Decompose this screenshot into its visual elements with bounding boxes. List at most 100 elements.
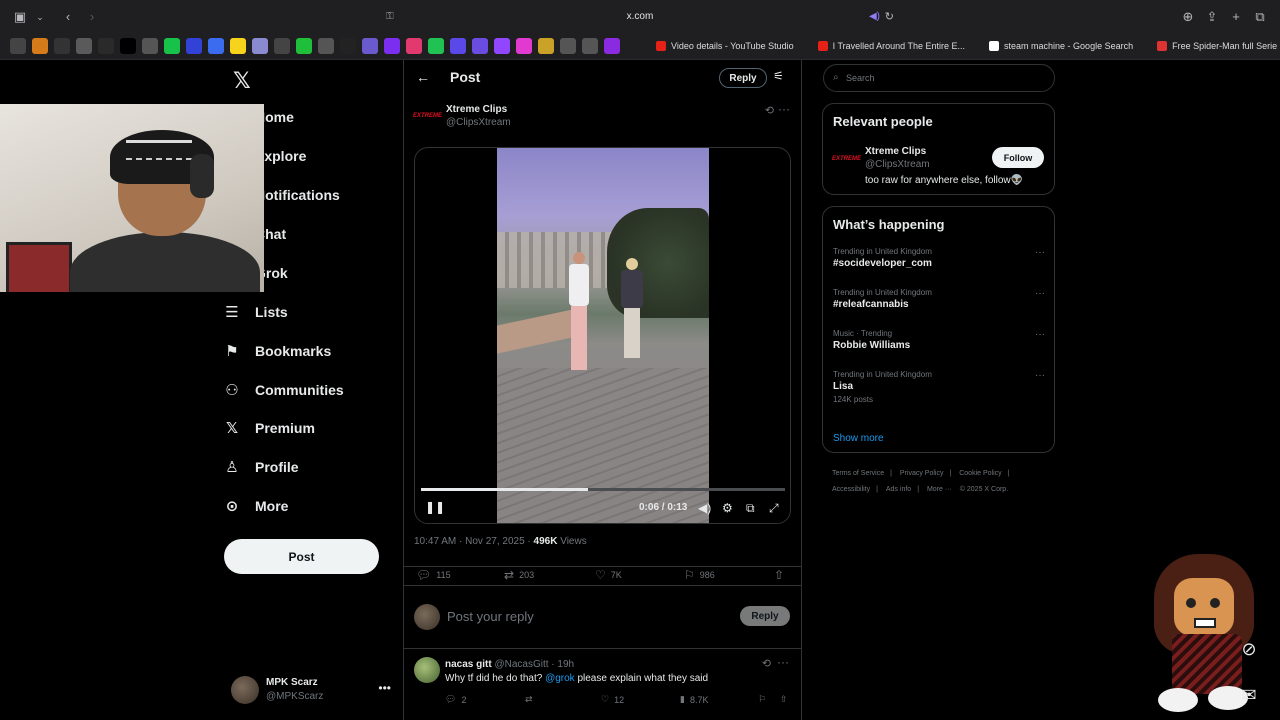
bookmark-y-icon[interactable] <box>142 38 158 54</box>
bookmark-20-icon[interactable] <box>472 38 488 54</box>
reply-share-action[interactable]: ⇧ <box>780 694 788 705</box>
person-handle[interactable]: @ClipsXtream <box>865 159 930 170</box>
share-action[interactable]: ⇧ <box>774 568 784 582</box>
more-dots-icon[interactable]: ··· <box>778 102 790 116</box>
bookmark-14-icon[interactable] <box>340 38 356 54</box>
grok-fab-icon[interactable]: ⊘ <box>1234 634 1264 664</box>
sidebar-toggle-icon[interactable]: ▣ <box>12 9 28 25</box>
more-dots-icon[interactable]: ··· <box>1035 288 1045 299</box>
more-dots-icon[interactable]: ··· <box>777 655 789 669</box>
settings-gear-icon[interactable]: ⚙ <box>722 501 733 515</box>
grok-explain-icon[interactable]: ⟲ <box>765 104 774 117</box>
bookmark-4-icon[interactable] <box>76 38 92 54</box>
bookmark-16-icon[interactable] <box>384 38 400 54</box>
bookmark-21-icon[interactable] <box>494 38 510 54</box>
more-dots-icon[interactable]: ••• <box>378 681 391 695</box>
nav-item-lists[interactable]: ☰ Lists <box>223 295 287 329</box>
chevron-down-icon[interactable]: ⌄ <box>32 9 48 25</box>
post-timestamp[interactable]: 10:47 AM · Nov 27, 2025 · <box>414 536 534 547</box>
browser-tab[interactable]: Video details - YouTube Studio <box>650 36 800 56</box>
bookmark-1-icon[interactable] <box>10 38 26 54</box>
more-dots-icon[interactable]: ··· <box>1035 329 1045 340</box>
bookmark-22-icon[interactable] <box>516 38 532 54</box>
bookmark-7-icon[interactable] <box>186 38 202 54</box>
bookmark-11-icon[interactable] <box>274 38 290 54</box>
bookmark-13-icon[interactable] <box>318 38 334 54</box>
bookmark-15-icon[interactable] <box>362 38 378 54</box>
sliders-icon[interactable]: ⚟ <box>773 69 784 83</box>
trend-item[interactable]: Trending in United Kingdom Lisa 124K posts… <box>833 370 1045 404</box>
more-dots-icon[interactable]: ··· <box>1035 247 1045 258</box>
browser-tab[interactable]: I Travelled Around The Entire E... <box>812 36 971 56</box>
repost-action[interactable]: ⇄ 203 <box>504 568 534 582</box>
like-action[interactable]: ♡ 7K <box>595 568 622 582</box>
share-icon[interactable]: ⇪ <box>1204 9 1220 25</box>
bookmark-5-icon[interactable] <box>98 38 114 54</box>
privacy-link[interactable]: Privacy Policy <box>900 470 944 477</box>
reply-views-action[interactable]: ▮ 8.7K <box>680 694 708 705</box>
reply-reply-action[interactable]: 💬︎ 2 <box>445 694 466 705</box>
tab-overview-icon[interactable]: ⧉ <box>1252 9 1268 25</box>
cookie-link[interactable]: Cookie Policy <box>959 470 1001 477</box>
browser-tab[interactable]: Free Spider-Man full Serie HD... <box>1151 36 1280 56</box>
reply-author-name[interactable]: nacas gitt <box>445 659 492 670</box>
browser-tab[interactable]: steam machine - Google Search <box>983 36 1139 56</box>
avatar[interactable] <box>414 657 440 683</box>
fullscreen-icon[interactable]: ⤢ <box>769 501 779 516</box>
reply-repost-action[interactable]: ⇄ <box>525 694 533 705</box>
bookmark-x-icon[interactable] <box>120 38 136 54</box>
bookmark-18-icon[interactable] <box>428 38 444 54</box>
header-reply-button[interactable]: Reply <box>719 68 767 88</box>
messages-fab-icon[interactable]: ✉ <box>1234 680 1264 710</box>
video-progress-bar[interactable] <box>421 488 785 491</box>
person-name[interactable]: Xtreme Clips <box>865 146 926 157</box>
audio-playing-icon[interactable]: ◀) <box>869 7 880 27</box>
bookmark-17-icon[interactable] <box>406 38 422 54</box>
bookmark-10-icon[interactable] <box>252 38 268 54</box>
trend-item[interactable]: Trending in United Kingdom #socideveloper… <box>833 247 1045 269</box>
pause-icon[interactable]: ❚❚ <box>425 500 445 514</box>
person-avatar[interactable]: EXTREME <box>832 149 861 169</box>
show-more-link[interactable]: Show more <box>833 433 884 444</box>
nav-item-more[interactable]: ⊙ More <box>223 489 289 523</box>
new-tab-icon[interactable]: + <box>1228 9 1244 25</box>
terms-link[interactable]: Terms of Service <box>832 470 884 477</box>
reply-submit-button[interactable]: Reply <box>740 606 790 626</box>
bookmark-19-icon[interactable] <box>450 38 466 54</box>
search-input[interactable]: ⌕ Search <box>823 64 1055 92</box>
nav-item-premium[interactable]: 𝕏 Premium <box>223 411 315 445</box>
forward-arrow-icon[interactable]: › <box>84 9 100 25</box>
bookmark-12-icon[interactable] <box>296 38 312 54</box>
nav-item-profile[interactable]: ♙ Profile <box>223 450 298 484</box>
reply-like-action[interactable]: ♡ 12 <box>601 694 624 705</box>
account-switcher[interactable]: MPK Scarz @MPKScarz ••• <box>231 674 391 708</box>
reply-input[interactable]: Post your reply <box>447 609 534 624</box>
back-arrow-icon[interactable]: ‹ <box>60 9 76 25</box>
back-arrow-icon[interactable]: ← <box>416 69 430 85</box>
x-logo-icon[interactable]: 𝕏 <box>233 68 251 94</box>
bookmark-2-icon[interactable] <box>32 38 48 54</box>
bookmark-24-icon[interactable] <box>560 38 576 54</box>
bookmark-25-icon[interactable] <box>582 38 598 54</box>
reply-post[interactable]: nacas gitt @NacasGitt · 19h Why tf did h… <box>404 648 801 720</box>
post-button[interactable]: Post <box>224 539 379 574</box>
bookmark-26-icon[interactable] <box>604 38 620 54</box>
more-dots-icon[interactable]: ··· <box>1035 370 1045 381</box>
accessibility-link[interactable]: Accessibility <box>832 486 870 493</box>
bookmark-6-icon[interactable] <box>164 38 180 54</box>
author-name[interactable]: Xtreme Clips <box>446 104 507 115</box>
ads-info-link[interactable]: Ads info <box>886 486 911 493</box>
bookmark-23-icon[interactable] <box>538 38 554 54</box>
reply-action[interactable]: 💬︎ 115 <box>416 568 451 582</box>
bookmark-3-icon[interactable] <box>54 38 70 54</box>
trend-item[interactable]: Music · Trending Robbie Williams ··· <box>833 329 1045 351</box>
nav-item-communities[interactable]: ⚇ Communities <box>223 373 343 407</box>
bookmark-action[interactable]: ⚐ 986 <box>684 568 715 582</box>
author-avatar[interactable]: EXTREME <box>413 106 442 126</box>
bookmark-9-icon[interactable] <box>230 38 246 54</box>
reply-bookmark-action[interactable]: ⚐ <box>758 694 766 705</box>
video-player[interactable]: ❚❚ 0:06 / 0:13 ◀) ⚙ ⧉ ⤢ <box>414 147 791 524</box>
nav-item-bookmarks[interactable]: ⚑ Bookmarks <box>223 334 331 368</box>
address-bar[interactable]: ⚿ x.com ◀) ↻ <box>380 7 900 27</box>
reload-icon[interactable]: ↻ <box>885 7 894 27</box>
